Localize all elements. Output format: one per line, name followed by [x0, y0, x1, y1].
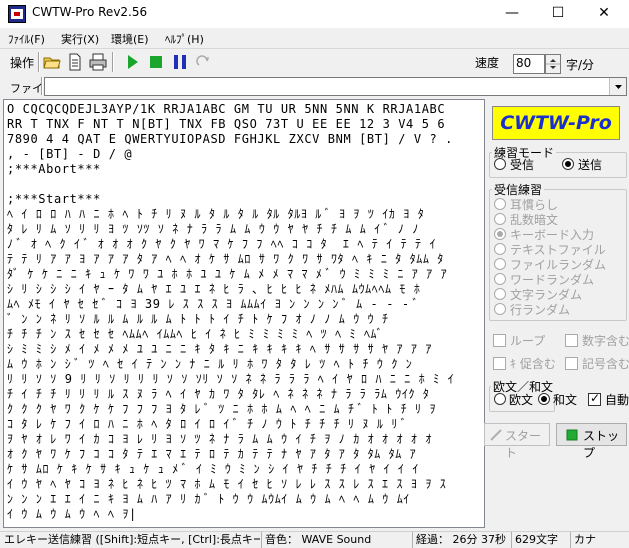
open-folder-icon[interactable] [42, 52, 62, 72]
minimize-button[interactable]: — [489, 0, 535, 28]
stop-square-icon [566, 429, 578, 441]
text-line: ﾀ ﾚ ﾘ ﾑ ｿ ﾘ ﾘ ﾖ ﾂ ｿﾂ ｿ ﾈ ﾅ ﾗ ﾗ ﾑ ﾑ ｳ ｳ ﾔ… [7, 222, 419, 236]
text-line: ｲ ｳ ﾑ ｳ ﾑ ｳ ﾍ ﾍ ｦ| [7, 507, 137, 521]
text-line: ﾑ ｳ ﾎ ﾝ ｼ ﾞ ﾂ ﾍ ｾ ｲ ﾃ ﾝ ﾝ ﾅ ﾆ ﾙ ﾘ ﾎ ﾜ ﾀ … [7, 357, 413, 371]
redo-icon [194, 52, 214, 72]
radio-char-random [494, 288, 506, 300]
text-line: ｦ ﾔ ｵ ﾚ ﾜ ｲ ｶ ｺ ﾖ ﾚ ﾘ ﾖ ｿ ﾂ ﾈ ﾅ ﾗ ﾑ ﾑ ｳ … [7, 432, 432, 446]
loop-checkbox [493, 334, 506, 347]
include-half-kana-label: ｷ 促含む [510, 357, 556, 371]
include-digits-label: 数字含む [582, 334, 629, 348]
radio-receive-label[interactable]: 受信 [510, 156, 534, 173]
radio-receive[interactable] [494, 158, 506, 170]
text-line: ｼ ﾐ ﾐ ｼ ﾒ ｲ ﾒ ﾒ ﾒ ﾕ ﾕ ﾆ ﾆ ｷ ﾀ ｷ ﾆ ｷ ｷ ｷ … [7, 342, 432, 356]
status-sound: 音色： WAVE Sound [261, 532, 411, 548]
status-char-count: 629文字 [511, 532, 569, 548]
include-symbols-checkbox [565, 357, 578, 370]
text-line: ﾑﾍ ﾒﾓ ｲ ﾔ ｾ ｾ ﾞ ｺ ﾖ 39 ﾚ ｽ ｽ ｽ ﾖ ﾑﾑﾑｲ ﾖ … [7, 297, 419, 311]
radio-euro[interactable] [494, 393, 506, 405]
text-line: ﾘ ﾘ ｿ ｿ 9 ﾘ ﾘ ｿ ﾘ ﾘ ﾘ ｿ ｿ ｿﾘ ｿ ｿ ﾈ ﾈ ﾗ ﾗ… [7, 372, 455, 386]
text-line: ﾝ ﾝ ﾝ ｴ ｴ ｲ ﾆ ｷ ﾖ ﾑ ﾊ ｱ ﾘ ｶ ﾞ ﾄ ｳ ｳ ﾑｳﾑｲ… [7, 492, 410, 506]
maximize-button[interactable]: ☐ [535, 0, 581, 28]
text-line: 7890 4 4 QAT E QWERTYUIOPASD FGHJKL ZXCV… [7, 132, 454, 146]
toolbar-separator [38, 52, 40, 72]
print-icon[interactable] [88, 52, 108, 72]
stop-icon[interactable] [146, 52, 166, 72]
text-line: O CQCQCQDEJL3AYP/1K RRJA1ABC GM TU UR 5N… [7, 102, 446, 116]
text-line: , - [BT] - D / @ [7, 147, 133, 161]
text-line: ｸ ｸ ｸ ﾔ ﾜ ｸ ｹ ｹ ﾌ ﾌ ﾌ ﾖ ﾀ ﾚ ﾞ ﾂ ﾆ ﾎ ﾎ ﾑ … [7, 402, 437, 416]
radio-ear-training [494, 198, 506, 210]
status-elapsed: 経過： 26分 37秒 [412, 532, 510, 548]
status-mode: エレキー送信練習 ([Shift]:短点キー, [Ctrl]:長点キー) [4, 533, 260, 546]
text-line: ﾉ ﾞ ｵ ﾍ ｸ ｲ ﾞ ｵ ｵ ｵ ｸ ﾔ ｸ ﾔ ﾜ ﾏ ｹ ﾌ ﾌ ﾍﾍ… [7, 237, 437, 251]
auto-label[interactable]: 自動 [605, 391, 629, 408]
text-line: RR T TNX F NT T N[BT] TNX FB QSO 73T U E… [7, 117, 446, 131]
radio-keyboard-input [494, 228, 506, 240]
text-line: ﾃ ﾃ ﾘ ｱ ｱ ﾖ ｱ ｱ ｱ ﾀ ｱ ﾍ ﾍ ｵ ｹ ｻ ﾑﾛ ｻ ﾜ ｸ… [7, 252, 444, 266]
text-line: ｹ ｻ ﾑﾛ ｹ ｷ ｹ ｻ ｷ ｭ ｹ ｭ ﾒ ﾞ ｲ ﾐ ｳ ﾐ ﾝ ｼ ｲ… [7, 462, 419, 476]
start-label: スタート [505, 429, 542, 460]
radio-random-cipher [494, 213, 506, 225]
auto-checkbox[interactable] [588, 391, 601, 406]
radio-file-random [494, 258, 506, 270]
radio-send[interactable] [562, 158, 574, 170]
text-line: ｼ ﾘ ｼ ｼ ｼ ｲ ﾔ ｰ ﾀ ﾑ ﾔ ｴ ﾕ ｴ ﾈ ﾋ ﾗ ､ ﾋ ﾋ … [7, 282, 421, 296]
speed-unit: 字/分 [566, 58, 595, 72]
radio-euro-label[interactable]: 欧文 [509, 391, 533, 408]
radio-japanese[interactable] [538, 393, 550, 405]
text-line: ｲ ｳ ﾔ ﾍ ﾔ ｺ ﾖ ﾈ ﾋ ﾈ ﾋ ﾂ ﾏ ﾎ ﾑ ﾓ ｲ ｾ ﾋ ｿ … [7, 477, 447, 491]
text-line [7, 177, 481, 192]
radio-line-random-label: 行ランダム [510, 303, 571, 317]
include-symbols-label: 記号含む [582, 357, 629, 371]
radio-japanese-label[interactable]: 和文 [553, 391, 577, 408]
stop-button[interactable]: ストップ [556, 423, 627, 460]
text-line: ﾁ ﾁ ﾁ ﾝ ｽ ｾ ｾ ｾ ﾍﾑﾑﾍ ｲﾑﾑﾍ ﾋ ｲ ﾈ ﾋ ﾐ ﾐ ﾐ … [7, 327, 384, 341]
status-script: カナ [570, 532, 628, 548]
toolbar-separator [41, 77, 43, 95]
app-icon[interactable] [8, 5, 26, 23]
text-line: ;***Abort*** [7, 162, 101, 176]
text-line: ｺ ﾀ ﾚ ｹ ﾌ ｲ ﾛ ﾊ ﾆ ﾎ ﾍ ﾀ ﾛ ｲ ﾛ ｲ ﾞ ﾁ ﾉ ｳ … [7, 417, 408, 431]
toolbar-separator [112, 52, 114, 72]
text-line: ;***Start*** [7, 192, 101, 206]
file-select[interactable] [44, 77, 627, 96]
document-icon[interactable] [65, 52, 85, 72]
speed-stepper[interactable] [545, 54, 561, 74]
menu-run[interactable]: 実行(X) [61, 31, 99, 47]
practice-text-area[interactable]: O CQCQCQDEJL3AYP/1K RRJA1ABC GM TU UR 5N… [3, 99, 485, 528]
pause-icon[interactable] [170, 52, 190, 72]
text-line: ﾞ ﾝ ﾝ ﾈ ﾘ ｿ ﾙ ﾙ ﾑ ﾙ ﾙ ﾑ ﾄ ﾄ ﾄ ｲ ﾁ ﾄ ｹ ﾌ … [7, 312, 389, 326]
app-logo: CWTW-Pro [492, 106, 620, 140]
play-icon[interactable] [122, 52, 142, 72]
text-line: ﾀﾞ ｹ ｹ ﾆ ﾆ ｷ ｭ ｹ ﾜ ﾜ ﾕ ﾎ ﾎ ﾕ ﾕ ｹ ﾑ ﾒ ﾒ ﾏ… [7, 267, 448, 281]
text-line: ｵ ｸ ﾔ ﾜ ｹ ﾌ ｺ ｺ ﾀ ﾃ ｴ ﾏ ｴ ﾃ ﾛ ﾃ ｶ ﾃ ﾃ ﾅ … [7, 447, 417, 461]
start-button: スタート [484, 423, 550, 460]
text-line: ﾍ ｲ ﾛ ﾛ ﾊ ﾊ ﾆ ﾎ ﾍ ﾄ ﾁ ﾘ ﾇ ﾙ ﾀ ﾙ ﾀ ﾙ ﾀﾙ ﾀ… [7, 207, 425, 221]
menu-file[interactable]: ﾌｧｲﾙ(F) [8, 31, 45, 47]
include-digits-checkbox [565, 334, 578, 347]
radio-line-random [494, 303, 506, 315]
radio-send-label[interactable]: 送信 [578, 156, 602, 173]
loop-label: ループ [510, 334, 546, 348]
menu-environment[interactable]: 環境(E) [111, 31, 149, 47]
include-half-kana-checkbox [493, 357, 506, 370]
radio-word-random [494, 273, 506, 285]
window-title: CWTW-Pro Rev2.56 [32, 5, 148, 19]
speed-label: 速度 [475, 56, 500, 70]
radio-text-file [494, 243, 506, 255]
start-icon [490, 429, 502, 441]
stop-label: ストップ [583, 429, 620, 460]
chevron-down-icon[interactable] [609, 78, 626, 95]
text-line: ﾁ ｲ ﾁ ﾁ ﾘ ﾘ ﾘ ﾙ ｽ ﾇ ﾗ ﾍ ｲ ﾔ ｶ ﾜ ﾀ ﾀﾚ ﾍ ﾈ… [7, 387, 430, 401]
menu-help[interactable]: ﾍﾙﾌﾟ(H) [165, 31, 204, 47]
operate-label: 操作 [10, 56, 35, 70]
close-button[interactable]: ✕ [581, 0, 627, 28]
speed-input[interactable]: 80 [513, 54, 545, 74]
